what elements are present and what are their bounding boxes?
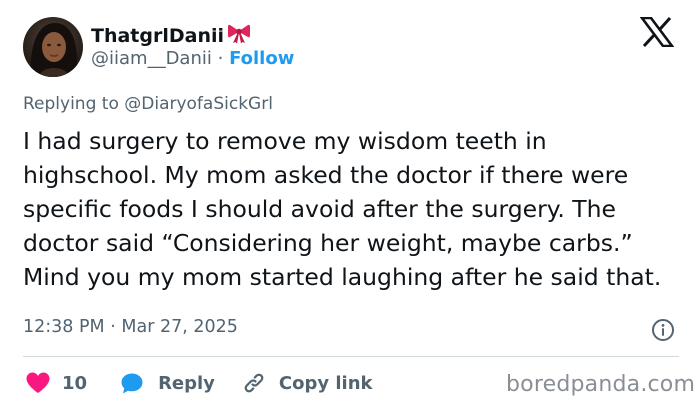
author-name-row[interactable]: ThatgrlDanii bbox=[91, 22, 251, 49]
like-button[interactable]: 10 bbox=[25, 371, 87, 395]
author-handle[interactable]: @iiam__Danii bbox=[91, 48, 212, 69]
heart-icon bbox=[25, 371, 51, 395]
author-display-name[interactable]: ThatgrlDanii bbox=[91, 25, 224, 47]
author-handle-row: @iiam__Danii · Follow bbox=[91, 48, 294, 69]
ribbon-bow-icon bbox=[227, 22, 251, 49]
reply-button[interactable]: Reply bbox=[120, 372, 215, 395]
handle-separator: · bbox=[217, 48, 224, 69]
avatar[interactable] bbox=[23, 17, 83, 77]
copy-link-button[interactable]: Copy link bbox=[242, 371, 373, 395]
reply-context: Replying to @DiaryofaSickGrl bbox=[23, 94, 273, 114]
like-count: 10 bbox=[62, 372, 88, 394]
reply-prefix: Replying to bbox=[23, 94, 119, 114]
follow-button[interactable]: Follow bbox=[229, 48, 294, 69]
tweet-actions: 10 Reply Copy link bbox=[25, 370, 373, 396]
tweet-time[interactable]: 12:38 PM bbox=[23, 317, 105, 337]
info-icon[interactable] bbox=[651, 318, 675, 342]
x-logo-icon[interactable] bbox=[639, 16, 675, 48]
divider bbox=[23, 356, 679, 357]
link-icon bbox=[242, 371, 266, 395]
speech-bubble-icon bbox=[120, 372, 144, 395]
tweet-text: I had surgery to remove my wisdom teeth … bbox=[23, 127, 662, 291]
copy-link-label: Copy link bbox=[278, 372, 373, 394]
reply-label: Reply bbox=[158, 372, 215, 394]
reply-mention-link[interactable]: @DiaryofaSickGrl bbox=[124, 94, 273, 114]
tweet-date[interactable]: Mar 27, 2025 bbox=[121, 317, 238, 337]
watermark: boredpanda.com bbox=[506, 372, 696, 397]
tweet-timestamp[interactable]: 12:38 PM · Mar 27, 2025 bbox=[23, 317, 238, 337]
timestamp-separator: · bbox=[110, 317, 116, 337]
